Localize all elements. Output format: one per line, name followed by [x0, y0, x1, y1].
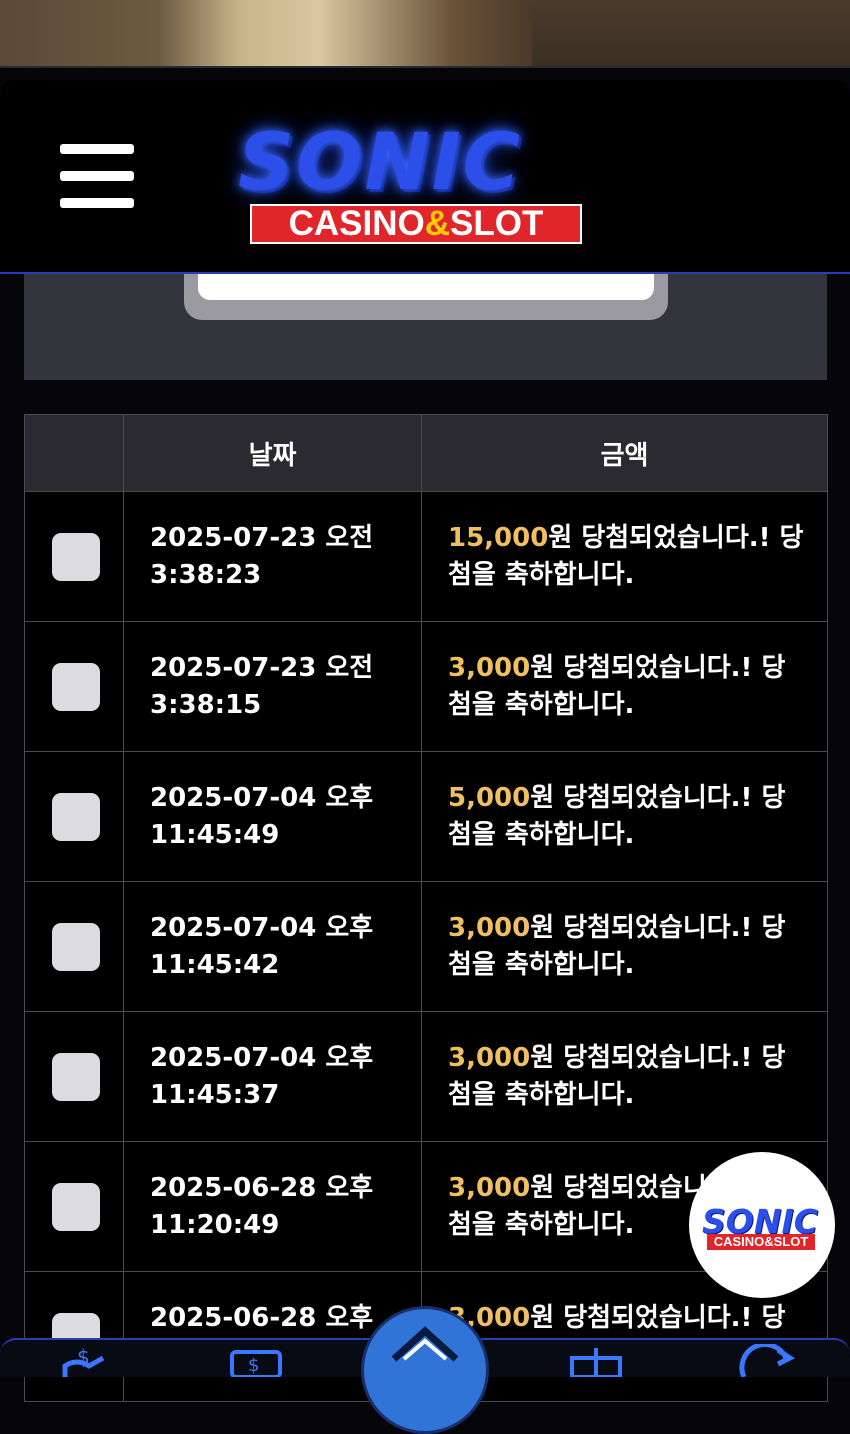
floating-logo-button[interactable]: SONIC CASINO&SLOT	[689, 1152, 835, 1298]
site-header: SONIC CASINO&SLOT	[0, 80, 850, 274]
row-date-text: 2025-07-23 오전 3:38:23	[150, 522, 374, 590]
table-row: 2025-07-23 오전 3:38:15 3,000원 당첨되었습니다.! 당첨…	[24, 621, 828, 752]
row-amount-value: 5,000	[448, 782, 531, 813]
row-amount: 15,000원 당첨되었습니다.! 당첨을 축하합니다.	[421, 491, 828, 622]
row-message: 3,000원 당첨되었습니다.! 당첨을 축하합니다.	[423, 1040, 826, 1114]
row-message: 3,000원 당첨되었습니다.! 당첨을 축하합니다.	[423, 650, 826, 724]
table-row: 2025-07-23 오전 3:38:23 15,000원 당첨되었습니다.! 당…	[24, 491, 828, 622]
row-select-cell	[24, 621, 124, 752]
row-checkbox[interactable]	[52, 662, 100, 711]
table-row: 2025-07-04 오후 11:45:49 5,000원 당첨되었습니다.! 당…	[24, 751, 828, 882]
row-date-text: 2025-07-23 오전 3:38:15	[150, 652, 374, 720]
row-amount: 3,000원 당첨되었습니다.! 당첨을 축하합니다.	[421, 1011, 828, 1142]
table-header-row: 날짜 금액	[24, 414, 828, 492]
row-amount: 5,000원 당첨되었습니다.! 당첨을 축하합니다.	[421, 751, 828, 882]
banner-strip	[0, 66, 850, 68]
table-row: 2025-07-04 오후 11:45:37 3,000원 당첨되었습니다.! 당…	[24, 1011, 828, 1142]
row-amount: 3,000원 당첨되었습니다.! 당첨을 축하합니다.	[421, 621, 828, 752]
row-checkbox[interactable]	[52, 1052, 100, 1101]
svg-text:$: $	[248, 1355, 259, 1376]
top-banner	[0, 0, 850, 68]
row-select-cell	[24, 491, 124, 622]
row-date: 2025-07-04 오후 11:45:37	[123, 1011, 422, 1142]
row-message: 3,000원 당첨되었습니다.! 당첨을 축하합니다.	[423, 910, 826, 984]
row-message: 15,000원 당첨되었습니다.! 당첨을 축하합니다.	[423, 520, 826, 594]
deposit-icon[interactable]: $	[55, 1344, 115, 1377]
row-checkbox[interactable]	[52, 792, 100, 841]
row-date: 2025-07-04 오후 11:45:49	[123, 751, 422, 882]
row-select-cell	[24, 1141, 124, 1272]
row-date-text: 2025-07-04 오후 11:45:37	[150, 1042, 374, 1110]
row-message: 5,000원 당첨되었습니다.! 당첨을 축하합니다.	[423, 780, 826, 854]
row-date-text: 2025-06-28 오후 11:20:49	[150, 1172, 374, 1240]
header-amount: 금액	[421, 414, 828, 492]
history-icon[interactable]	[736, 1341, 796, 1379]
table-row: 2025-07-04 오후 11:45:42 3,000원 당첨되었습니다.! 당…	[24, 881, 828, 1012]
home-button[interactable]	[361, 1306, 489, 1434]
row-amount-value: 3,000	[448, 912, 531, 943]
menu-icon[interactable]	[60, 144, 134, 210]
home-icon	[391, 1326, 459, 1362]
withdraw-icon[interactable]: $	[226, 1344, 286, 1379]
gift-icon[interactable]	[566, 1344, 626, 1379]
row-checkbox[interactable]	[52, 922, 100, 971]
row-date: 2025-07-04 오후 11:45:42	[123, 881, 422, 1012]
row-select-cell	[24, 1271, 124, 1402]
header-select	[24, 414, 124, 492]
svg-text:$: $	[77, 1345, 90, 1369]
filter-panel	[24, 268, 827, 380]
row-amount: 3,000원 당첨되었습니다.! 당첨을 축하합니다.	[421, 881, 828, 1012]
row-checkbox[interactable]	[52, 1182, 100, 1231]
logo-tagline: CASINO&SLOT	[250, 204, 582, 244]
header-date: 날짜	[123, 414, 422, 492]
row-date-text: 2025-07-04 오후 11:45:42	[150, 912, 374, 980]
logo-wordmark: SONIC	[238, 118, 523, 208]
row-amount-value: 3,000	[448, 1042, 531, 1073]
row-amount-value: 3,000	[448, 1172, 531, 1203]
row-select-cell	[24, 1011, 124, 1142]
row-amount-value: 3,000	[448, 652, 531, 683]
banner-background	[532, 0, 850, 68]
row-date: 2025-07-23 오전 3:38:23	[123, 491, 422, 622]
row-date: 2025-06-28 오후 11:20:49	[123, 1141, 422, 1272]
site-logo[interactable]: SONIC CASINO&SLOT	[210, 110, 620, 250]
row-select-cell	[24, 751, 124, 882]
panel-tray	[184, 268, 668, 320]
row-date: 2025-07-23 오전 3:38:15	[123, 621, 422, 752]
row-amount-value: 15,000	[448, 522, 549, 553]
banner-photo	[0, 0, 532, 68]
row-select-cell	[24, 881, 124, 1012]
floating-logo-tagline: CASINO&SLOT	[707, 1234, 815, 1250]
row-checkbox[interactable]	[52, 532, 100, 581]
row-date-text: 2025-07-04 오후 11:45:49	[150, 782, 374, 850]
